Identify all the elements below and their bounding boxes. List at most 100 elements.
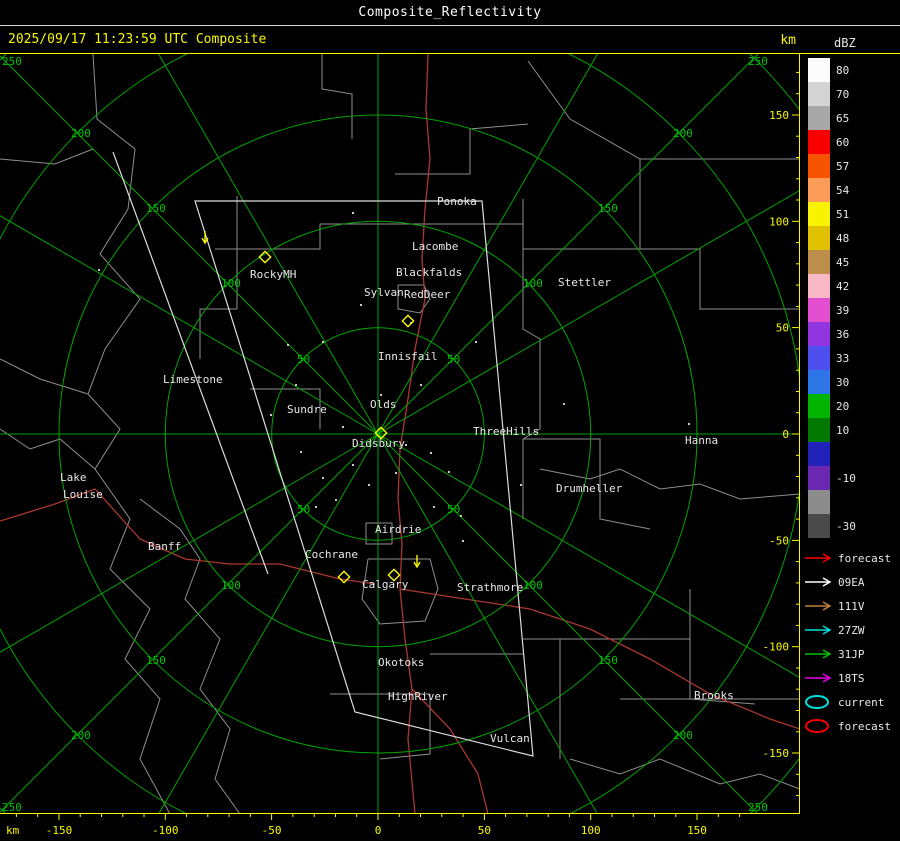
place-label: Olds xyxy=(370,398,397,411)
dbz-value-label: 51 xyxy=(836,207,850,221)
vector-legend: forecast 09EA 111V 27ZW 31JP 18TS current forec… xyxy=(800,546,900,738)
place-label: Strathmore xyxy=(457,581,523,594)
place-label: Blackfalds xyxy=(396,266,462,279)
storm-cell-dot xyxy=(688,423,690,425)
place-label: Hanna xyxy=(685,434,718,447)
radar-coverage-outline xyxy=(194,200,534,757)
range-ring-label: 50 xyxy=(447,503,460,516)
x-axis-tick-label: -50 xyxy=(262,824,282,837)
vector-arrow-icon xyxy=(805,625,832,635)
radar-site-marker[interactable] xyxy=(337,570,351,584)
dbz-scale-cell: 70 xyxy=(800,82,900,106)
place-label: Airdrie xyxy=(375,523,421,536)
dbz-scale-cell: 48 xyxy=(800,226,900,250)
x-axis: km -150 -100 -50 0 50 100 150 xyxy=(0,814,900,841)
dbz-value-label: 36 xyxy=(836,327,850,341)
vector-label: 31JP xyxy=(838,647,865,661)
dbz-value-label: 80 xyxy=(836,63,850,77)
storm-cell-dot xyxy=(395,472,397,474)
range-ring-label: 200 xyxy=(71,729,91,742)
range-ring-label: 150 xyxy=(598,654,618,667)
x-axis-unit-label: km xyxy=(6,824,20,837)
storm-cell-dot xyxy=(322,477,324,479)
legend-panel: dBZ 80 70 65 60 57 54 51 48 45 42 39 36 33 30 20 10 -10 -… xyxy=(800,36,900,738)
dbz-swatch xyxy=(808,394,830,418)
vector-arrow-icon xyxy=(805,649,832,659)
storm-cell-dot xyxy=(98,269,100,271)
place-label: Didsbury xyxy=(352,437,405,450)
dbz-swatch xyxy=(808,418,830,442)
vector-legend-row: 27ZW xyxy=(800,618,900,642)
county-boundary xyxy=(0,428,96,470)
county-boundary xyxy=(640,248,800,310)
dbz-value-label: -10 xyxy=(836,471,856,485)
radar-site-marker[interactable] xyxy=(401,314,415,328)
county-boundary xyxy=(321,54,353,139)
vector-label: 18TS xyxy=(838,671,865,685)
place-label: Ponoka xyxy=(437,195,477,208)
vector-legend-row: forecast xyxy=(800,714,900,738)
range-ring-label: 200 xyxy=(71,127,91,140)
dbz-value-label: 10 xyxy=(836,423,850,437)
dbz-scale-cell: 36 xyxy=(800,322,900,346)
highway-line xyxy=(411,688,489,815)
vector-label: 111V xyxy=(838,599,865,613)
y-axis-tick-label: -50 xyxy=(769,534,789,547)
storm-cell-dot xyxy=(295,384,297,386)
storm-cell-dot xyxy=(420,384,422,386)
range-ring-label: 200 xyxy=(673,127,693,140)
storm-cell-dot xyxy=(322,341,324,343)
dbz-scale-cell xyxy=(800,490,900,514)
range-ring-label: 250 xyxy=(748,55,768,68)
storm-cell-dot xyxy=(430,452,432,454)
range-ring-label: 50 xyxy=(297,353,310,366)
dbz-swatch xyxy=(808,466,830,490)
radar-map[interactable]: 50 100 150 200 250 50 100 150 200 250 50 100 150 200 2… xyxy=(0,0,900,841)
vector-legend-row: 111V xyxy=(800,594,900,618)
vector-legend-row: 09EA xyxy=(800,570,900,594)
storm-cell-dot xyxy=(270,414,272,416)
dbz-value-label: 54 xyxy=(836,183,850,197)
storm-cell-dot xyxy=(342,426,344,428)
storm-cell-dot xyxy=(460,515,462,517)
storm-cell-dot xyxy=(360,304,362,306)
radar-screen: { "header": { "title": "Composite_Reflec… xyxy=(0,0,900,841)
storm-cell-dot xyxy=(520,484,522,486)
range-ring-label: 100 xyxy=(523,277,543,290)
place-label: Lake xyxy=(60,471,87,484)
place-label: Lacombe xyxy=(412,240,458,253)
dbz-color-scale: 80 70 65 60 57 54 51 48 45 42 39 36 33 30 20 10 -10 -30 xyxy=(800,58,900,538)
dbz-scale-cell: 51 xyxy=(800,202,900,226)
coverage-edge-line xyxy=(112,151,269,575)
radar-site-marker[interactable] xyxy=(258,250,272,264)
storm-cell-dot xyxy=(405,444,407,446)
dbz-swatch xyxy=(808,82,830,106)
vector-label: 27ZW xyxy=(838,623,865,637)
y-axis-tick-label: 150 xyxy=(769,109,789,122)
x-axis-canvas: km -150 -100 -50 0 50 100 150 xyxy=(6,814,741,837)
dbz-value-label: 57 xyxy=(836,159,850,173)
dbz-swatch xyxy=(808,490,830,514)
dbz-swatch xyxy=(808,442,830,466)
dbz-scale-cell: 30 xyxy=(800,370,900,394)
dbz-swatch xyxy=(808,514,830,538)
storm-cell-dot xyxy=(352,464,354,466)
place-label: Banff xyxy=(148,540,181,553)
range-ring-label: 250 xyxy=(748,801,768,814)
range-ring-label: 150 xyxy=(146,202,166,215)
place-label: Drumheller xyxy=(556,482,623,495)
x-axis-tick-label: 50 xyxy=(478,824,491,837)
dbz-swatch xyxy=(808,274,830,298)
dbz-swatch xyxy=(808,154,830,178)
place-label: RedDeer xyxy=(404,288,451,301)
dbz-value-label: 42 xyxy=(836,279,850,293)
vector-legend-row: current xyxy=(800,690,900,714)
county-boundary xyxy=(0,358,89,395)
dbz-scale-cell: -30 xyxy=(800,514,900,538)
dbz-scale-cell: 39 xyxy=(800,298,900,322)
map-canvas[interactable]: 5010015020025050100150200250501001502002… xyxy=(0,0,900,841)
x-axis-tick-label: 150 xyxy=(687,824,707,837)
place-label: Stettler xyxy=(558,276,611,289)
dbz-value-label: 20 xyxy=(836,399,850,413)
dbz-value-label: 48 xyxy=(836,231,850,245)
